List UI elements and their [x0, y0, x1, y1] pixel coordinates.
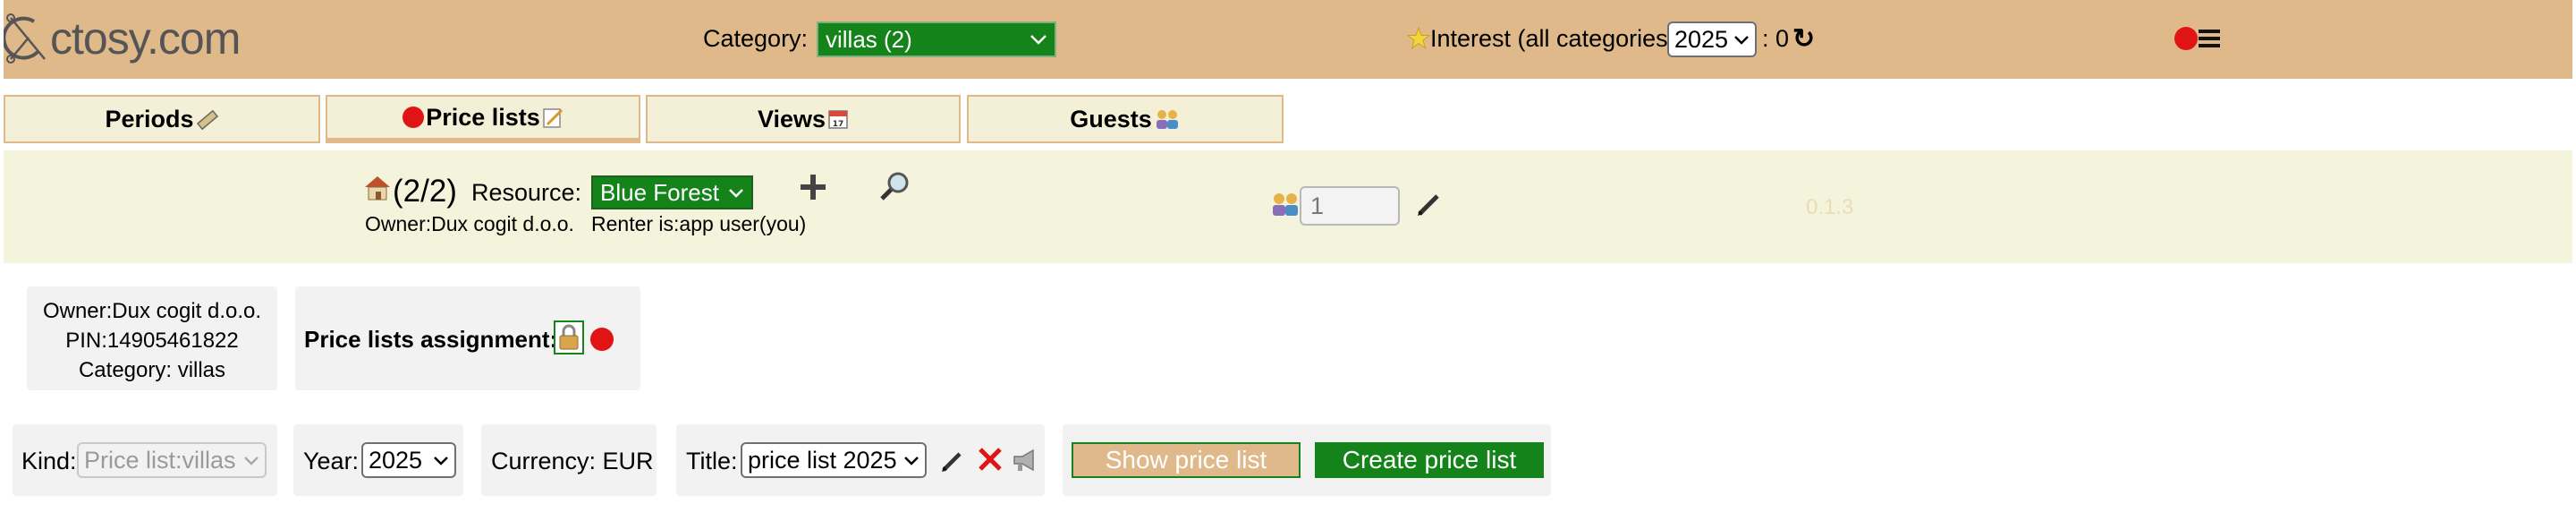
calendar-icon: 17 [827, 108, 849, 130]
red-dot-icon [402, 107, 425, 128]
category-label: Category: [703, 25, 809, 52]
red-dot-icon [2174, 27, 2198, 50]
title-select[interactable]: price list 2025 [741, 442, 927, 478]
resource-select[interactable]: Blue Forest [591, 175, 753, 209]
close-x-icon[interactable] [977, 446, 1004, 473]
ruler-icon [196, 107, 219, 131]
resource-label: Resource: [471, 179, 582, 206]
house-icon [363, 174, 392, 202]
svg-text:17: 17 [833, 120, 844, 129]
chevron-down-icon [1733, 35, 1750, 45]
lock-icon[interactable] [554, 320, 584, 354]
kind-select[interactable]: Price list:villas [77, 442, 267, 478]
refresh-icon[interactable]: ↻ [1792, 23, 1815, 55]
title-label: Title: [686, 448, 738, 474]
resource-count: (2/2) [393, 174, 457, 209]
chevron-down-icon [243, 456, 259, 465]
currency-text: Currency: EUR [491, 448, 654, 474]
pencil-icon[interactable] [939, 448, 966, 474]
pencil-icon[interactable] [1415, 190, 1444, 218]
guests-count-value: 1 [1310, 192, 1325, 219]
tab-guests-label: Guests [1070, 105, 1152, 132]
star-icon [1407, 27, 1430, 50]
create-price-list-button[interactable]: Create price list [1315, 442, 1544, 478]
tab-views[interactable]: Views 17 [646, 95, 961, 143]
category-value: villas (2) [826, 25, 912, 53]
guests-count-input[interactable]: 1 [1300, 186, 1400, 226]
hamburger-menu-icon[interactable] [2199, 28, 2220, 49]
title-value: price list 2025 [748, 446, 897, 474]
info-pin: PIN:14905461822 [65, 329, 239, 353]
category-select[interactable]: villas (2) [817, 21, 1056, 57]
version-text: 0.1.3 [1806, 195, 1854, 219]
interest-count: : 0 [1762, 25, 1790, 52]
red-dot-icon [590, 328, 614, 351]
people-icon [1154, 108, 1181, 130]
resource-info-text: Owner:Dux cogit d.o.o. PIN:14905461822 C… [27, 296, 277, 385]
year-select[interactable]: 2025 [361, 442, 456, 478]
year-value: 2025 [369, 446, 423, 474]
chevron-down-icon [728, 188, 744, 198]
chevron-down-icon [903, 456, 919, 465]
interest-label: Interest (all categories) [1430, 25, 1676, 52]
compass-logo-icon [4, 11, 52, 66]
resource-value: Blue Forest [600, 178, 719, 206]
memo-icon [542, 107, 564, 128]
logo[interactable]: ctosy.com [4, 9, 241, 68]
kind-label: Kind: [21, 448, 77, 474]
info-owner: Owner:Dux cogit d.o.o. [42, 299, 262, 323]
owner-text: Owner:Dux cogit d.o.o. [365, 212, 574, 235]
magnifier-icon[interactable] [875, 170, 911, 206]
interest-year-select[interactable]: 2025 [1667, 21, 1757, 57]
tab-views-label: Views [757, 105, 826, 132]
tab-periods-label: Periods [105, 105, 194, 132]
info-category: Category: villas [78, 358, 226, 382]
chevron-down-icon [1030, 34, 1047, 45]
kind-value: Price list:villas [84, 446, 236, 474]
tab-price-lists[interactable]: Price lists [326, 95, 640, 143]
renter-text: Renter is:app user(you) [591, 212, 807, 235]
tab-periods[interactable]: Periods [4, 95, 320, 143]
assignment-label: Price lists assignment: [304, 326, 558, 353]
plus-icon[interactable] [798, 172, 828, 202]
show-price-list-button[interactable]: Show price list [1072, 442, 1301, 478]
tab-guests[interactable]: Guests [967, 95, 1284, 143]
tab-price-lists-label: Price lists [426, 103, 540, 131]
interest-year-value: 2025 [1674, 25, 1729, 53]
megaphone-icon[interactable] [1012, 448, 1038, 473]
people-icon [1270, 192, 1301, 217]
logo-text: ctosy.com [50, 13, 241, 64]
chevron-down-icon [433, 456, 449, 465]
year-label: Year: [303, 448, 360, 474]
